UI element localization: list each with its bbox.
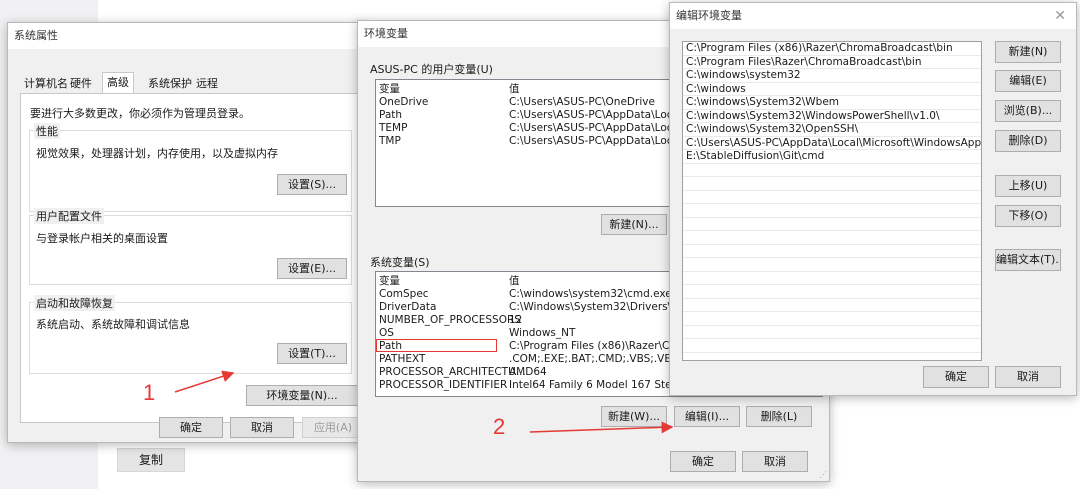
- variable-value: AMD64: [509, 366, 547, 378]
- edit-edit-button[interactable]: 编辑(E): [995, 70, 1061, 92]
- move-up-button[interactable]: 上移(U): [995, 175, 1061, 197]
- empty-row: [683, 191, 981, 204]
- edit-browse-button[interactable]: 浏览(B)...: [995, 100, 1061, 122]
- user-profiles-desc: 与登录帐户相关的桌面设置: [36, 232, 168, 245]
- system-properties-window: 系统属性 计算机名 硬件 高级 系统保护 远程 要进行大多数更改，你必须作为管理…: [7, 22, 365, 443]
- list-item[interactable]: C:\windows\System32\WindowsPowerShell\v1…: [683, 110, 981, 123]
- move-down-button[interactable]: 下移(O): [995, 205, 1061, 227]
- edit-environment-variable-window: 编辑环境变量 ✕ C:\Program Files (x86)\Razer\Ch…: [669, 2, 1077, 396]
- tab-remote[interactable]: 远程: [192, 74, 222, 94]
- variable-value: C:\windows\system32\cmd.exe: [509, 288, 672, 300]
- empty-row: [683, 326, 981, 339]
- list-item[interactable]: C:\windows\System32\Wbem: [683, 96, 981, 110]
- tab-system-protection[interactable]: 系统保护: [144, 74, 196, 94]
- startup-settings-button[interactable]: 设置(T)...: [277, 343, 347, 364]
- system-properties-cancel-button[interactable]: 取消: [230, 417, 294, 438]
- empty-row: [683, 177, 981, 191]
- copy-button[interactable]: 复制: [117, 448, 185, 472]
- column-variable[interactable]: 变量: [379, 83, 400, 95]
- empty-row: [683, 258, 981, 272]
- variable-name: NUMBER_OF_PROCESSORS: [379, 314, 521, 326]
- list-item[interactable]: E:\StableDiffusion\Git\cmd: [683, 150, 981, 164]
- performance-group: 性能 视觉效果，处理器计划，内存使用，以及虚拟内存 设置(S)...: [29, 123, 352, 212]
- resize-grip-icon[interactable]: ⋰: [819, 471, 827, 479]
- edit-env-title: 编辑环境变量: [670, 3, 1076, 29]
- performance-settings-button[interactable]: 设置(S)...: [277, 174, 347, 195]
- system-properties-apply-button[interactable]: 应用(A): [302, 417, 364, 438]
- variable-name: PROCESSOR_ARCHITECTU...: [379, 366, 526, 378]
- list-item[interactable]: C:\windows: [683, 83, 981, 96]
- user-variables-label: ASUS-PC 的用户变量(U): [370, 63, 493, 76]
- variable-value: 12: [509, 314, 523, 326]
- variable-name: Path: [379, 109, 403, 121]
- user-profiles-group: 用户配置文件 与登录帐户相关的桌面设置 设置(E)...: [29, 208, 352, 285]
- list-item[interactable]: C:\Program Files\Razer\ChromaBroadcast\b…: [683, 56, 981, 69]
- system-properties-title: 系统属性: [8, 23, 364, 49]
- path-entries-list[interactable]: C:\Program Files (x86)\Razer\ChromaBroad…: [682, 41, 982, 361]
- column-value[interactable]: 值: [509, 83, 520, 95]
- empty-row: [683, 312, 981, 326]
- variable-name: PATHEXT: [379, 353, 426, 365]
- step-1-label: 1: [143, 380, 156, 405]
- user-profiles-settings-button[interactable]: 设置(E)...: [277, 258, 347, 279]
- system-properties-ok-button[interactable]: 确定: [159, 417, 223, 438]
- variable-value: C:\Users\ASUS-PC\OneDrive: [509, 96, 655, 108]
- variable-name: DriverData: [379, 301, 437, 313]
- startup-recovery-group: 启动和故障恢复 系统启动、系统故障和调试信息 设置(T)...: [29, 295, 352, 374]
- edit-text-button[interactable]: 编辑文本(T)...: [995, 249, 1061, 271]
- tab-computer-name[interactable]: 计算机名: [20, 74, 72, 94]
- empty-row: [683, 339, 981, 353]
- empty-row: [683, 272, 981, 285]
- empty-row: [683, 299, 981, 312]
- list-item[interactable]: C:\Program Files (x86)\Razer\ChromaBroad…: [683, 42, 981, 56]
- list-item[interactable]: C:\windows\system32: [683, 69, 981, 83]
- user-profiles-label: 用户配置文件: [34, 208, 104, 224]
- column-variable[interactable]: 变量: [379, 275, 400, 287]
- empty-row: [683, 231, 981, 245]
- environment-cancel-button[interactable]: 取消: [742, 451, 808, 472]
- empty-row: [683, 218, 981, 231]
- edit-delete-button[interactable]: 删除(D): [995, 130, 1061, 152]
- empty-row: [683, 204, 981, 218]
- empty-row: [683, 245, 981, 258]
- list-item[interactable]: C:\windows\System32\OpenSSH\: [683, 123, 981, 137]
- advanced-tab-panel: 要进行大多数更改，你必须作为管理员登录。 性能 视觉效果，处理器计划，内存使用，…: [20, 93, 360, 423]
- startup-recovery-desc: 系统启动、系统故障和调试信息: [36, 318, 190, 331]
- variable-value: Windows_NT: [509, 327, 576, 339]
- admin-note: 要进行大多数更改，你必须作为管理员登录。: [30, 107, 250, 120]
- step-2-label: 2: [493, 414, 506, 439]
- variable-name: TMP: [379, 135, 401, 147]
- variable-name: OS: [379, 327, 394, 339]
- performance-label: 性能: [34, 123, 60, 139]
- edit-cancel-button[interactable]: 取消: [995, 366, 1061, 388]
- environment-ok-button[interactable]: 确定: [670, 451, 736, 472]
- variable-name: OneDrive: [379, 96, 429, 108]
- system-new-button[interactable]: 新建(W)...: [601, 406, 667, 427]
- system-variables-label: 系统变量(S): [370, 256, 430, 269]
- empty-row: [683, 285, 981, 299]
- performance-desc: 视觉效果，处理器计划，内存使用，以及虚拟内存: [36, 147, 278, 160]
- column-value[interactable]: 值: [509, 275, 520, 287]
- edit-ok-button[interactable]: 确定: [923, 366, 989, 388]
- variable-value: C:\Users\ASUS-PC\AppData\Local\M: [509, 109, 695, 121]
- path-highlight-box: [376, 339, 497, 352]
- variable-name: ComSpec: [379, 288, 429, 300]
- empty-row: [683, 164, 981, 177]
- variable-name: PROCESSOR_IDENTIFIER: [379, 379, 508, 391]
- system-delete-button[interactable]: 删除(L): [746, 406, 812, 427]
- system-edit-button[interactable]: 编辑(I)...: [674, 406, 740, 427]
- tab-hardware[interactable]: 硬件: [66, 74, 96, 94]
- environment-variables-button[interactable]: 环境变量(N)...: [246, 385, 358, 406]
- tab-advanced[interactable]: 高级: [102, 72, 134, 94]
- edit-new-button[interactable]: 新建(N): [995, 41, 1061, 63]
- variable-name: TEMP: [379, 122, 408, 134]
- list-item[interactable]: C:\Users\ASUS-PC\AppData\Local\Microsoft…: [683, 137, 981, 150]
- close-icon[interactable]: ✕: [1054, 3, 1066, 29]
- user-new-button[interactable]: 新建(N)...: [601, 214, 667, 235]
- startup-recovery-label: 启动和故障恢复: [34, 295, 115, 311]
